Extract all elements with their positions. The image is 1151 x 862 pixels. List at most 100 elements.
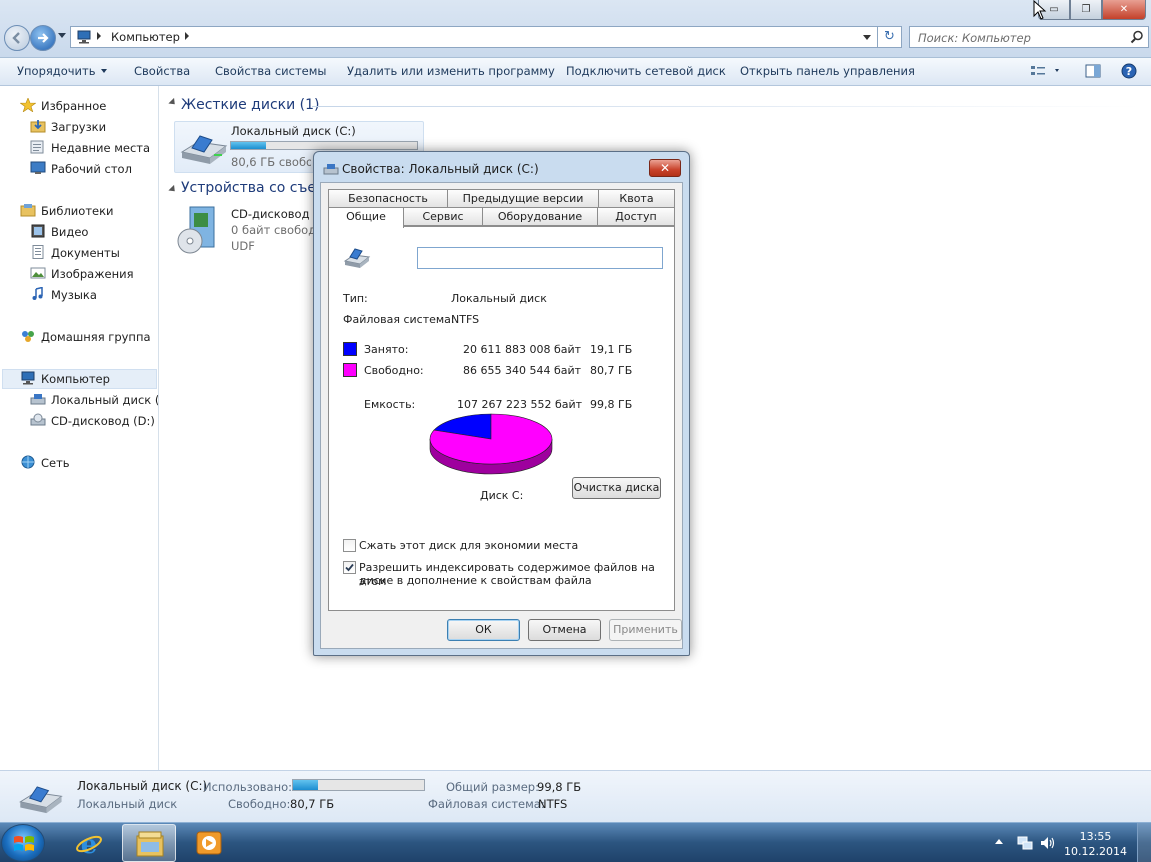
sidebar-item-music[interactable]: Музыка (30, 287, 97, 303)
disk-label: Диск C: (480, 489, 524, 502)
collapse-group-icon[interactable] (168, 97, 178, 108)
address-field[interactable]: Компьютер (70, 26, 878, 48)
type-value: Локальный диск (451, 292, 547, 305)
details-total-value: 99,8 ГБ (537, 780, 582, 794)
sidebar-item-documents[interactable]: Документы (30, 245, 120, 261)
organize-button[interactable]: Упорядочить (17, 64, 107, 78)
sidebar-item-homegroup[interactable]: Домашняя группа (20, 329, 151, 345)
open-control-panel-button[interactable]: Открыть панель управления (740, 64, 915, 78)
sidebar-item-recent[interactable]: Недавние места (30, 140, 150, 156)
clock-time: 13:55 (1079, 830, 1112, 843)
map-network-drive-button[interactable]: Подключить сетевой диск (566, 64, 726, 78)
hard-drive-icon (19, 786, 63, 814)
local-disk-free: 80,6 ГБ свободн (231, 155, 311, 169)
search-icon[interactable] (1130, 30, 1144, 44)
help-icon[interactable]: ? (1121, 63, 1137, 79)
cd-drive-name: CD-дисковод (D (231, 207, 313, 221)
breadcrumb-chevron-icon[interactable] (97, 32, 101, 40)
details-fs-value: NTFS (538, 797, 568, 811)
show-desktop-button[interactable] (1137, 823, 1151, 862)
used-bytes: 20 611 883 008 байт (463, 343, 582, 356)
sidebar-item-network[interactable]: Сеть (20, 455, 70, 471)
usage-bar-fill (293, 780, 318, 790)
close-icon: ✕ (1119, 4, 1129, 15)
star-icon (20, 98, 36, 112)
address-dropdown-icon[interactable] (863, 35, 871, 40)
cd-drive-free: 0 байт свободн (231, 223, 313, 237)
properties-dialog: Свойства: Локальный диск (C:) ✕ Безопасн… (313, 151, 690, 656)
svg-text:e: e (81, 830, 98, 857)
divider (343, 332, 661, 333)
cd-drive-icon (30, 413, 46, 426)
volume-label-input[interactable] (417, 247, 663, 269)
sidebar-item-computer[interactable]: Компьютер (20, 371, 110, 387)
used-gb: 19,1 ГБ (590, 343, 633, 356)
compress-checkbox[interactable] (343, 539, 356, 552)
media-player-icon (196, 831, 222, 855)
music-icon (32, 287, 43, 300)
collapse-group-icon[interactable] (168, 184, 178, 195)
network-tray-icon[interactable] (1017, 835, 1033, 851)
computer-icon (21, 371, 35, 385)
breadcrumb-computer[interactable]: Компьютер (111, 30, 180, 44)
back-button[interactable] (4, 25, 30, 51)
disk-cleanup-button[interactable]: Очистка диска (572, 477, 661, 499)
uninstall-program-button[interactable]: Удалить или изменить программу (347, 64, 555, 78)
tab-quota[interactable]: Квота (598, 189, 675, 208)
hard-drive-icon (180, 135, 228, 164)
apply-button[interactable]: Применить (609, 619, 682, 641)
cd-drive-icon[interactable] (176, 205, 216, 257)
sidebar-item-local-disk[interactable]: Локальный диск (С (30, 392, 158, 408)
show-hidden-icons-button[interactable] (995, 839, 1003, 844)
tab-previous-versions[interactable]: Предыдущие версии (447, 189, 599, 208)
taskbar-clock[interactable]: 13:55 10.12.2014 (1064, 829, 1127, 859)
sidebar-item-label: Музыка (51, 288, 97, 302)
sidebar-item-cd-drive[interactable]: CD-дисковод (D:) D (30, 413, 158, 429)
clock-date: 10.12.2014 (1064, 845, 1127, 858)
tab-security[interactable]: Безопасность (328, 189, 448, 208)
tab-general[interactable]: Общие (328, 207, 404, 228)
taskbar-media-player[interactable] (182, 824, 236, 862)
tab-hardware[interactable]: Оборудование (482, 207, 598, 226)
compress-label: Сжать этот диск для экономии места (359, 539, 579, 552)
start-button[interactable] (1, 824, 45, 862)
maximize-icon: ❐ (1081, 4, 1091, 15)
system-properties-button[interactable]: Свойства системы (215, 64, 326, 78)
hard-disks-group-title[interactable]: Жесткие диски (1) (181, 97, 319, 113)
sidebar-item-desktop[interactable]: Рабочий стол (30, 161, 132, 177)
maximize-button[interactable]: ❐ (1070, 0, 1102, 20)
sidebar-item-label: CD-дисковод (D:) D (51, 414, 158, 428)
close-icon: ✕ (659, 161, 671, 175)
windows-logo-icon (14, 836, 34, 851)
sidebar-item-video[interactable]: Видео (30, 224, 88, 240)
taskbar-explorer[interactable] (122, 824, 176, 862)
capacity-gb: 99,8 ГБ (590, 398, 633, 411)
forward-button[interactable] (30, 25, 56, 51)
ok-button[interactable]: ОК (447, 619, 520, 641)
sidebar-item-libraries[interactable]: Библиотеки (20, 203, 114, 219)
sidebar-item-images[interactable]: Изображения (30, 266, 134, 282)
sidebar-item-downloads[interactable]: Загрузки (30, 119, 106, 135)
dialog-close-button[interactable]: ✕ (649, 159, 681, 177)
removable-group-title[interactable]: Устройства со съем (181, 180, 313, 196)
close-button[interactable]: ✕ (1102, 0, 1146, 20)
command-bar: Упорядочить Свойства Свойства системы Уд… (0, 58, 1151, 86)
sidebar-item-favorites[interactable]: Избранное (20, 98, 106, 114)
dialog-body: Безопасность Предыдущие версии Квота Общ… (320, 182, 683, 649)
tab-sharing[interactable]: Доступ (597, 207, 675, 226)
index-checkbox[interactable] (343, 561, 356, 574)
libraries-icon (20, 204, 36, 217)
breadcrumb-chevron-icon[interactable] (185, 32, 189, 40)
preview-pane-icon[interactable] (1085, 63, 1101, 79)
sidebar-item-label: Сеть (41, 456, 70, 470)
tab-tools[interactable]: Сервис (403, 207, 483, 226)
free-gb: 80,7 ГБ (590, 364, 633, 377)
refresh-button[interactable]: ↻ (878, 26, 902, 48)
view-options-icon[interactable] (1030, 63, 1060, 79)
taskbar-internet-explorer[interactable]: e (62, 824, 116, 862)
search-input[interactable]: Поиск: Компьютер (909, 26, 1149, 48)
history-dropdown-button[interactable] (58, 33, 66, 38)
properties-button[interactable]: Свойства (134, 64, 190, 78)
volume-icon[interactable] (1039, 835, 1055, 851)
cancel-button[interactable]: Отмена (528, 619, 601, 641)
